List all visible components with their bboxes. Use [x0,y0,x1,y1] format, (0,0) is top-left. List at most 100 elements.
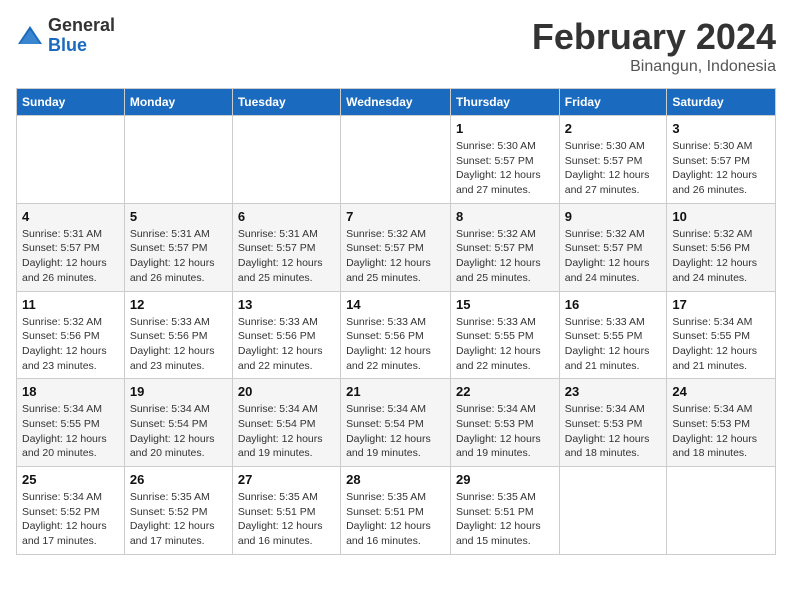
calendar-cell: 17Sunrise: 5:34 AM Sunset: 5:55 PM Dayli… [667,291,776,379]
day-number: 8 [456,209,554,224]
calendar-week-0: 1Sunrise: 5:30 AM Sunset: 5:57 PM Daylig… [17,116,776,204]
day-info: Sunrise: 5:34 AM Sunset: 5:55 PM Dayligh… [22,402,119,461]
day-number: 18 [22,384,119,399]
day-number: 24 [672,384,770,399]
day-number: 12 [130,297,227,312]
calendar-cell: 16 Sunrise: 5:33 AM Sunset: 5:55 PM Dayli… [559,291,667,379]
calendar-cell: 11 Sunrise: 5:32 AM Sunset: 5:56 PM Dayli… [17,291,125,379]
day-info: Sunrise: 5:35 AM Sunset: 5:52 PM Dayligh… [130,490,227,549]
day-info: Sunrise: 5:33 AM Sunset: 5:55 PM Dayligh… [565,315,662,374]
day-info: Sunrise: 5:35 AM Sunset: 5:51 PM Dayligh… [456,490,554,549]
calendar-cell: 22 Sunrise: 5:34 AM Sunset: 5:53 PM Dayli… [450,379,559,467]
calendar-cell: 12 Sunrise: 5:33 AM Sunset: 5:56 PM Dayli… [124,291,232,379]
day-number: 19 [130,384,227,399]
calendar-cell [17,116,125,204]
day-info: Sunrise: 5:33 AM Sunset: 5:56 PM Dayligh… [346,315,445,374]
day-info: Sunrise: 5:33 AM Sunset: 5:56 PM Dayligh… [238,315,335,374]
calendar-cell: 13 Sunrise: 5:33 AM Sunset: 5:56 PM Dayli… [232,291,340,379]
day-number: 29 [456,472,554,487]
header-row: SundayMondayTuesdayWednesdayThursdayFrid… [17,89,776,116]
day-info: Sunrise: 5:32 AM Sunset: 5:56 PM Dayligh… [672,227,770,286]
day-number: 9 [565,209,662,224]
day-info: Sunrise: 5:31 AM Sunset: 5:57 PM Dayligh… [130,227,227,286]
calendar-cell: 25Sunrise: 5:34 AM Sunset: 5:52 PM Dayli… [17,467,125,555]
day-info: Sunrise: 5:35 AM Sunset: 5:51 PM Dayligh… [238,490,335,549]
calendar-cell [341,116,451,204]
calendar-cell [124,116,232,204]
day-number: 15 [456,297,554,312]
calendar-cell [559,467,667,555]
day-number: 16 [565,297,662,312]
header-cell-wednesday: Wednesday [341,89,451,116]
day-number: 6 [238,209,335,224]
calendar-cell [232,116,340,204]
calendar-cell: 6Sunrise: 5:31 AM Sunset: 5:57 PM Daylig… [232,203,340,291]
day-number: 5 [130,209,227,224]
month-title: February 2024 [532,16,776,58]
day-number: 2 [565,121,662,136]
day-number: 23 [565,384,662,399]
day-number: 13 [238,297,335,312]
day-info: Sunrise: 5:31 AM Sunset: 5:57 PM Dayligh… [22,227,119,286]
day-number: 22 [456,384,554,399]
calendar-cell: 14 Sunrise: 5:33 AM Sunset: 5:56 PM Dayli… [341,291,451,379]
day-info: Sunrise: 5:34 AM Sunset: 5:53 PM Dayligh… [456,402,554,461]
calendar-cell: 27 Sunrise: 5:35 AM Sunset: 5:51 PM Dayli… [232,467,340,555]
day-info: Sunrise: 5:34 AM Sunset: 5:54 PM Dayligh… [238,402,335,461]
calendar-cell: 20 Sunrise: 5:34 AM Sunset: 5:54 PM Dayli… [232,379,340,467]
day-info: Sunrise: 5:34 AM Sunset: 5:54 PM Dayligh… [346,402,445,461]
calendar-header: SundayMondayTuesdayWednesdayThursdayFrid… [17,89,776,116]
day-info: Sunrise: 5:32 AM Sunset: 5:56 PM Dayligh… [22,315,119,374]
calendar-cell: 10Sunrise: 5:32 AM Sunset: 5:56 PM Dayli… [667,203,776,291]
calendar-week-4: 25Sunrise: 5:34 AM Sunset: 5:52 PM Dayli… [17,467,776,555]
calendar-cell: 3Sunrise: 5:30 AM Sunset: 5:57 PM Daylig… [667,116,776,204]
logo: General Blue [16,16,115,56]
page-header: General Blue February 2024 Binangun, Ind… [16,16,776,76]
calendar-cell: 1Sunrise: 5:30 AM Sunset: 5:57 PM Daylig… [450,116,559,204]
day-number: 7 [346,209,445,224]
logo-blue-text: Blue [48,36,115,56]
day-info: Sunrise: 5:34 AM Sunset: 5:53 PM Dayligh… [565,402,662,461]
day-number: 26 [130,472,227,487]
calendar-body: 1Sunrise: 5:30 AM Sunset: 5:57 PM Daylig… [17,116,776,555]
calendar-cell: 2Sunrise: 5:30 AM Sunset: 5:57 PM Daylig… [559,116,667,204]
logo-general-text: General [48,16,115,36]
day-number: 3 [672,121,770,136]
calendar-cell: 18 Sunrise: 5:34 AM Sunset: 5:55 PM Dayli… [17,379,125,467]
day-number: 11 [22,297,119,312]
calendar-cell: 19 Sunrise: 5:34 AM Sunset: 5:54 PM Dayli… [124,379,232,467]
calendar-week-3: 18 Sunrise: 5:34 AM Sunset: 5:55 PM Dayli… [17,379,776,467]
calendar-cell: 29 Sunrise: 5:35 AM Sunset: 5:51 PM Dayli… [450,467,559,555]
day-number: 28 [346,472,445,487]
day-info: Sunrise: 5:34 AM Sunset: 5:55 PM Dayligh… [672,315,770,374]
calendar-table: SundayMondayTuesdayWednesdayThursdayFrid… [16,88,776,555]
day-info: Sunrise: 5:32 AM Sunset: 5:57 PM Dayligh… [456,227,554,286]
day-info: Sunrise: 5:34 AM Sunset: 5:52 PM Dayligh… [22,490,119,549]
day-info: Sunrise: 5:35 AM Sunset: 5:51 PM Dayligh… [346,490,445,549]
header-cell-friday: Friday [559,89,667,116]
calendar-week-2: 11 Sunrise: 5:32 AM Sunset: 5:56 PM Dayli… [17,291,776,379]
calendar-cell: 4Sunrise: 5:31 AM Sunset: 5:57 PM Daylig… [17,203,125,291]
header-cell-sunday: Sunday [17,89,125,116]
title-block: February 2024 Binangun, Indonesia [532,16,776,76]
day-number: 27 [238,472,335,487]
day-number: 14 [346,297,445,312]
calendar-cell: 7 Sunrise: 5:32 AM Sunset: 5:57 PM Daylig… [341,203,451,291]
day-info: Sunrise: 5:34 AM Sunset: 5:54 PM Dayligh… [130,402,227,461]
header-cell-saturday: Saturday [667,89,776,116]
day-number: 1 [456,121,554,136]
calendar-cell [667,467,776,555]
day-info: Sunrise: 5:33 AM Sunset: 5:56 PM Dayligh… [130,315,227,374]
calendar-week-1: 4Sunrise: 5:31 AM Sunset: 5:57 PM Daylig… [17,203,776,291]
day-number: 21 [346,384,445,399]
day-number: 20 [238,384,335,399]
calendar-cell: 24 Sunrise: 5:34 AM Sunset: 5:53 PM Dayli… [667,379,776,467]
calendar-cell: 21 Sunrise: 5:34 AM Sunset: 5:54 PM Dayli… [341,379,451,467]
calendar-cell: 23 Sunrise: 5:34 AM Sunset: 5:53 PM Dayli… [559,379,667,467]
day-info: Sunrise: 5:33 AM Sunset: 5:55 PM Dayligh… [456,315,554,374]
day-info: Sunrise: 5:34 AM Sunset: 5:53 PM Dayligh… [672,402,770,461]
logo-text: General Blue [48,16,115,56]
calendar-cell: 26 Sunrise: 5:35 AM Sunset: 5:52 PM Dayli… [124,467,232,555]
location: Binangun, Indonesia [532,58,776,76]
day-info: Sunrise: 5:32 AM Sunset: 5:57 PM Dayligh… [346,227,445,286]
